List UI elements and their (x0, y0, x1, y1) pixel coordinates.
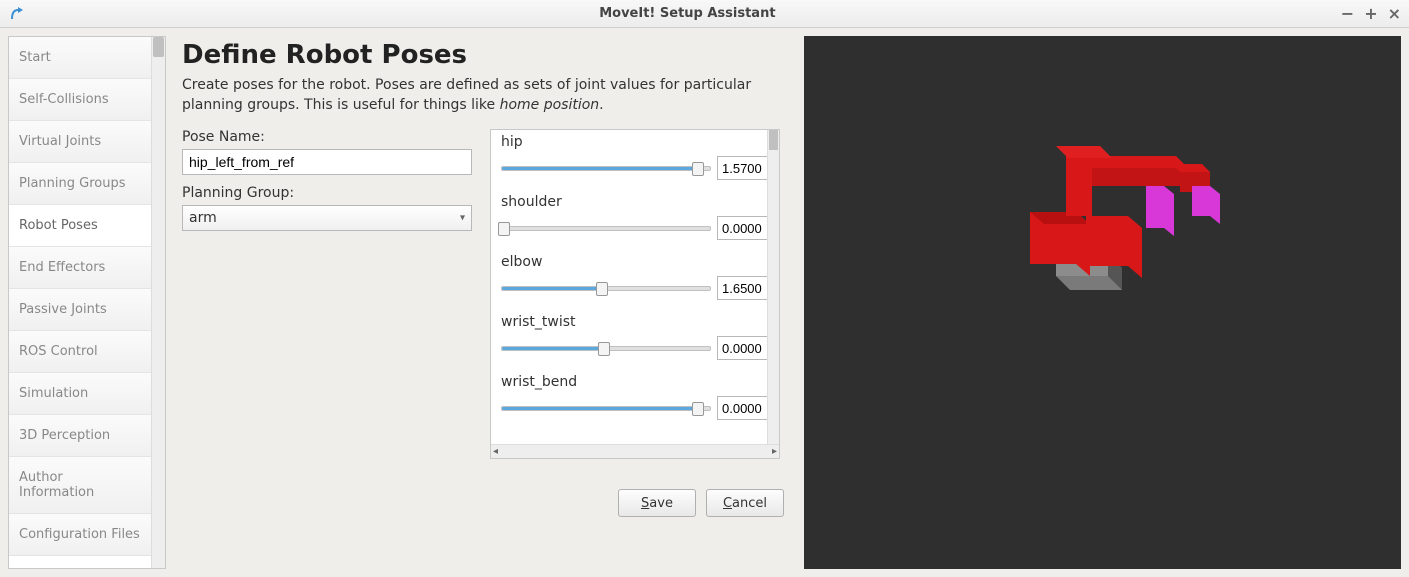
joint-value-shoulder[interactable] (717, 216, 773, 240)
joint-label: wrist_twist (501, 314, 773, 330)
joint-value-elbow[interactable] (717, 276, 773, 300)
joint-slider-shoulder[interactable] (501, 221, 711, 235)
planning-group-select[interactable]: arm ▾ (182, 205, 472, 231)
close-icon[interactable]: × (1388, 4, 1401, 23)
main-layout: StartSelf-CollisionsVirtual JointsPlanni… (0, 28, 1409, 577)
joint-label: hip (501, 134, 773, 150)
joint-slider-hip[interactable] (501, 161, 711, 175)
cancel-button[interactable]: Cancel (706, 489, 784, 517)
sidebar-scrollbar[interactable] (151, 37, 165, 568)
joint-value-wrist_bend[interactable] (717, 396, 773, 420)
sidebar-item-configuration-files[interactable]: Configuration Files (9, 514, 151, 556)
sidebar-item-start[interactable]: Start (9, 37, 151, 79)
joints-horizontal-scrollbar[interactable]: ◂ ▸ (491, 444, 779, 458)
form-area: Define Robot Poses Create poses for the … (174, 36, 794, 569)
sidebar-item-self-collisions[interactable]: Self-Collisions (9, 79, 151, 121)
joint-wrist_bend: wrist_bend (501, 374, 773, 420)
joint-label: elbow (501, 254, 773, 270)
scroll-right-icon[interactable]: ▸ (772, 446, 777, 457)
joint-label: wrist_bend (501, 374, 773, 390)
3d-viewer[interactable] (804, 36, 1401, 569)
scroll-left-icon[interactable]: ◂ (493, 446, 498, 457)
minimize-icon[interactable]: − (1341, 4, 1354, 23)
sidebar-item-simulation[interactable]: Simulation (9, 373, 151, 415)
joint-hip: hip (501, 134, 773, 180)
pose-name-label: Pose Name: (182, 129, 472, 145)
chevron-down-icon: ▾ (460, 213, 465, 224)
app-logo-icon (8, 5, 26, 23)
window-controls: − + × (1341, 4, 1401, 23)
window-title: MoveIt! Setup Assistant (34, 6, 1341, 21)
joint-slider-wrist_twist[interactable] (501, 341, 711, 355)
sidebar-item-author-information[interactable]: Author Information (9, 457, 151, 514)
joint-elbow: elbow (501, 254, 773, 300)
joints-vertical-scrollbar[interactable] (767, 130, 779, 444)
titlebar: MoveIt! Setup Assistant − + × (0, 0, 1409, 28)
save-button[interactable]: Save (618, 489, 696, 517)
robot-visualization (996, 116, 1256, 340)
joint-value-wrist_twist[interactable] (717, 336, 773, 360)
joints-panel: hip shoulder elbow wrist_twist wrist_bend ◂ … (490, 129, 780, 459)
left-form-column: Pose Name: Planning Group: arm ▾ (182, 129, 472, 459)
sidebar-item-3d-perception[interactable]: 3D Perception (9, 415, 151, 457)
planning-group-label: Planning Group: (182, 185, 472, 201)
sidebar-item-end-effectors[interactable]: End Effectors (9, 247, 151, 289)
button-row: Save Cancel (182, 489, 794, 517)
content-area: Define Robot Poses Create poses for the … (174, 36, 1401, 569)
sidebar-item-virtual-joints[interactable]: Virtual Joints (9, 121, 151, 163)
joint-shoulder: shoulder (501, 194, 773, 240)
page-heading: Define Robot Poses (182, 40, 794, 70)
pose-name-input[interactable] (182, 149, 472, 175)
sidebar-item-ros-control[interactable]: ROS Control (9, 331, 151, 373)
maximize-icon[interactable]: + (1364, 4, 1377, 23)
joint-value-hip[interactable] (717, 156, 773, 180)
sidebar-item-passive-joints[interactable]: Passive Joints (9, 289, 151, 331)
sidebar-item-robot-poses[interactable]: Robot Poses (9, 205, 151, 247)
page-description: Create poses for the robot. Poses are de… (182, 76, 772, 115)
sidebar-item-planning-groups[interactable]: Planning Groups (9, 163, 151, 205)
joint-label: shoulder (501, 194, 773, 210)
sidebar: StartSelf-CollisionsVirtual JointsPlanni… (8, 36, 166, 569)
joint-slider-wrist_bend[interactable] (501, 401, 711, 415)
joint-slider-elbow[interactable] (501, 281, 711, 295)
joint-wrist_twist: wrist_twist (501, 314, 773, 360)
